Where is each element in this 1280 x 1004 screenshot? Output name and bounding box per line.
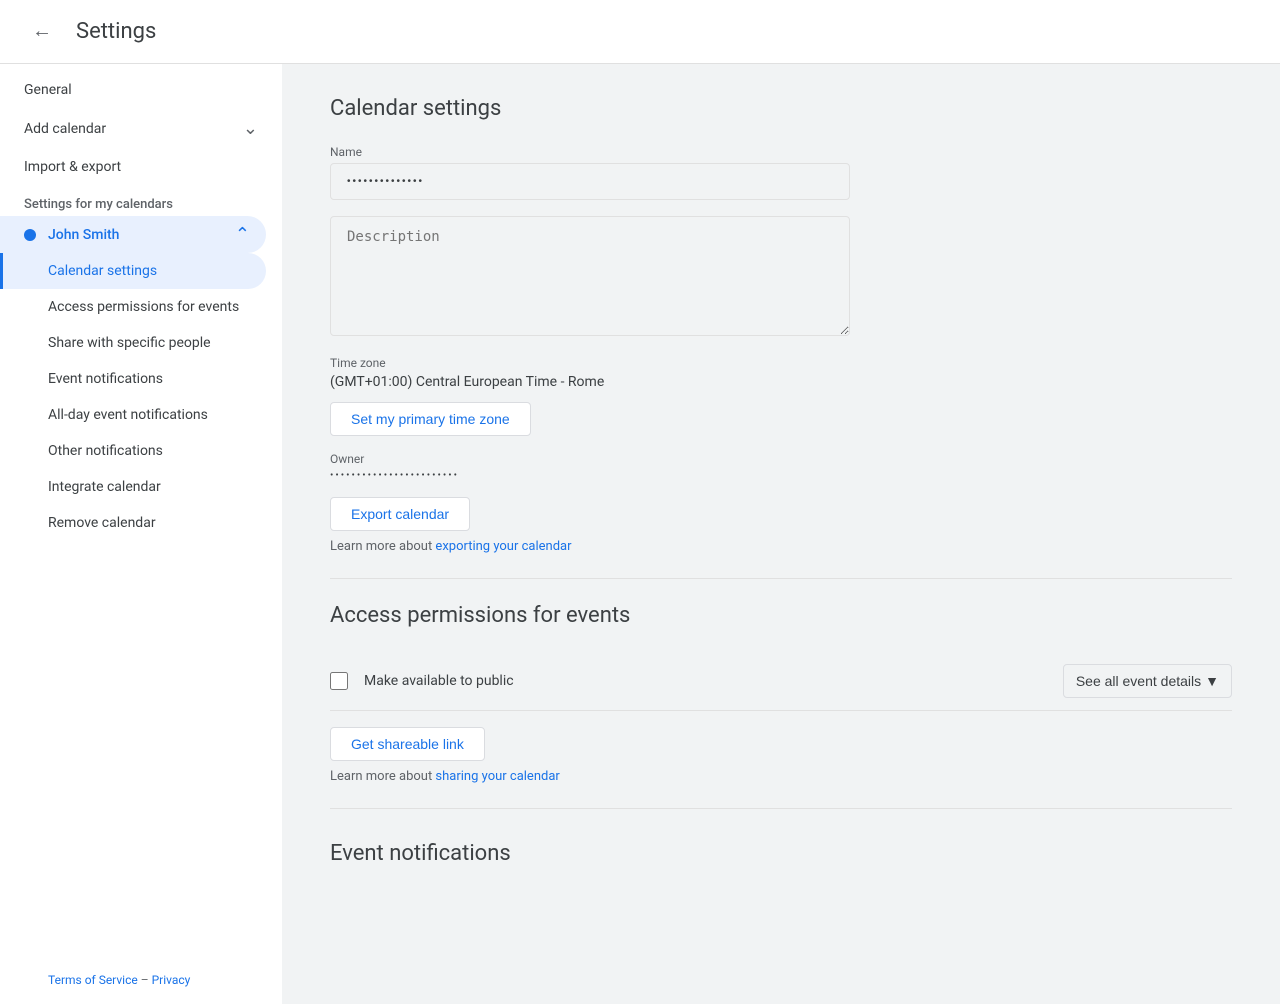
see-all-details-dropdown[interactable]: See all event details ▼ xyxy=(1063,664,1232,698)
content-area: Calendar settings Name Time zone (GMT+01… xyxy=(282,64,1280,1004)
footer-separator: – xyxy=(141,973,149,987)
back-icon: ← xyxy=(32,20,52,43)
export-section: Export calendar Learn more about exporti… xyxy=(330,497,1232,554)
section-divider-2 xyxy=(330,808,1232,809)
timezone-value: (GMT+01:00) Central European Time - Rome xyxy=(330,374,1232,390)
owner-label: Owner xyxy=(330,452,1232,466)
sidebar-subitem-other-notifications[interactable]: Other notifications xyxy=(0,433,282,469)
calendar-settings-title: Calendar settings xyxy=(330,96,1232,121)
set-timezone-button[interactable]: Set my primary time zone xyxy=(330,402,531,436)
sidebar-item-john-smith[interactable]: John Smith ⌃ xyxy=(0,216,266,253)
sidebar-subitem-calendar-settings[interactable]: Calendar settings xyxy=(0,253,266,289)
export-calendar-button[interactable]: Export calendar xyxy=(330,497,470,531)
sidebar-subitem-integrate-calendar[interactable]: Integrate calendar xyxy=(0,469,282,505)
description-input[interactable] xyxy=(330,216,850,336)
see-all-details-label: See all event details xyxy=(1076,673,1201,689)
name-field-group: Name xyxy=(330,145,1232,200)
back-button[interactable]: ← xyxy=(24,12,60,51)
add-calendar-label: Add calendar xyxy=(24,121,106,137)
sidebar-subitem-access-permissions[interactable]: Access permissions for events xyxy=(0,289,282,325)
privacy-link[interactable]: Privacy xyxy=(152,973,191,987)
user-dot xyxy=(24,229,36,241)
access-permissions-section: Access permissions for events Make avail… xyxy=(330,603,1232,784)
sidebar-item-general[interactable]: General xyxy=(0,72,282,108)
exporting-link[interactable]: exporting your calendar xyxy=(435,539,571,554)
sidebar-subitem-event-notifications[interactable]: Event notifications xyxy=(0,361,282,397)
user-name: John Smith xyxy=(48,227,235,243)
chevron-down-icon: ⌄ xyxy=(243,118,258,139)
my-calendars-header: Settings for my calendars xyxy=(0,185,282,216)
footer: Terms of Service – Privacy xyxy=(24,957,214,1003)
make-public-label: Make available to public xyxy=(364,673,1063,689)
sidebar-subitem-allday-notifications[interactable]: All-day event notifications xyxy=(0,397,282,433)
name-input[interactable] xyxy=(330,163,850,200)
chevron-up-icon: ⌃ xyxy=(235,224,250,245)
make-public-checkbox[interactable] xyxy=(330,672,348,690)
sidebar-item-add-calendar[interactable]: Add calendar ⌄ xyxy=(0,108,282,149)
main-layout: General Add calendar ⌄ Import & export S… xyxy=(0,64,1280,1004)
name-label: Name xyxy=(330,145,1232,159)
event-notifications-title: Event notifications xyxy=(330,841,1232,866)
page-title: Settings xyxy=(76,19,156,44)
terms-link[interactable]: Terms of Service xyxy=(48,973,138,987)
sharing-link[interactable]: sharing your calendar xyxy=(435,769,559,784)
timezone-group: Time zone (GMT+01:00) Central European T… xyxy=(330,356,1232,436)
timezone-label: Time zone xyxy=(330,356,1232,370)
get-shareable-link-button[interactable]: Get shareable link xyxy=(330,727,485,761)
sharing-learn-more: Learn more about sharing your calendar xyxy=(330,769,1232,784)
section-divider xyxy=(330,578,1232,579)
description-field-group xyxy=(330,216,1232,340)
header: ← Settings xyxy=(0,0,1280,64)
sidebar-item-import-export[interactable]: Import & export xyxy=(0,149,282,185)
sidebar-subitem-share-specific[interactable]: Share with specific people xyxy=(0,325,282,361)
shareable-link-section: Get shareable link Learn more about shar… xyxy=(330,727,1232,784)
sidebar: General Add calendar ⌄ Import & export S… xyxy=(0,64,282,1004)
export-learn-more: Learn more about exporting your calendar xyxy=(330,539,1232,554)
page: ← Settings General Add calendar ⌄ Import… xyxy=(0,0,1280,1004)
owner-value: •••••••••••••••••••••••• xyxy=(330,470,1232,481)
owner-group: Owner •••••••••••••••••••••••• xyxy=(330,452,1232,481)
sidebar-subitem-remove-calendar[interactable]: Remove calendar xyxy=(0,505,282,541)
access-permissions-title: Access permissions for events xyxy=(330,603,1232,628)
make-public-row: Make available to public See all event d… xyxy=(330,652,1232,711)
dropdown-arrow-icon: ▼ xyxy=(1205,673,1219,689)
